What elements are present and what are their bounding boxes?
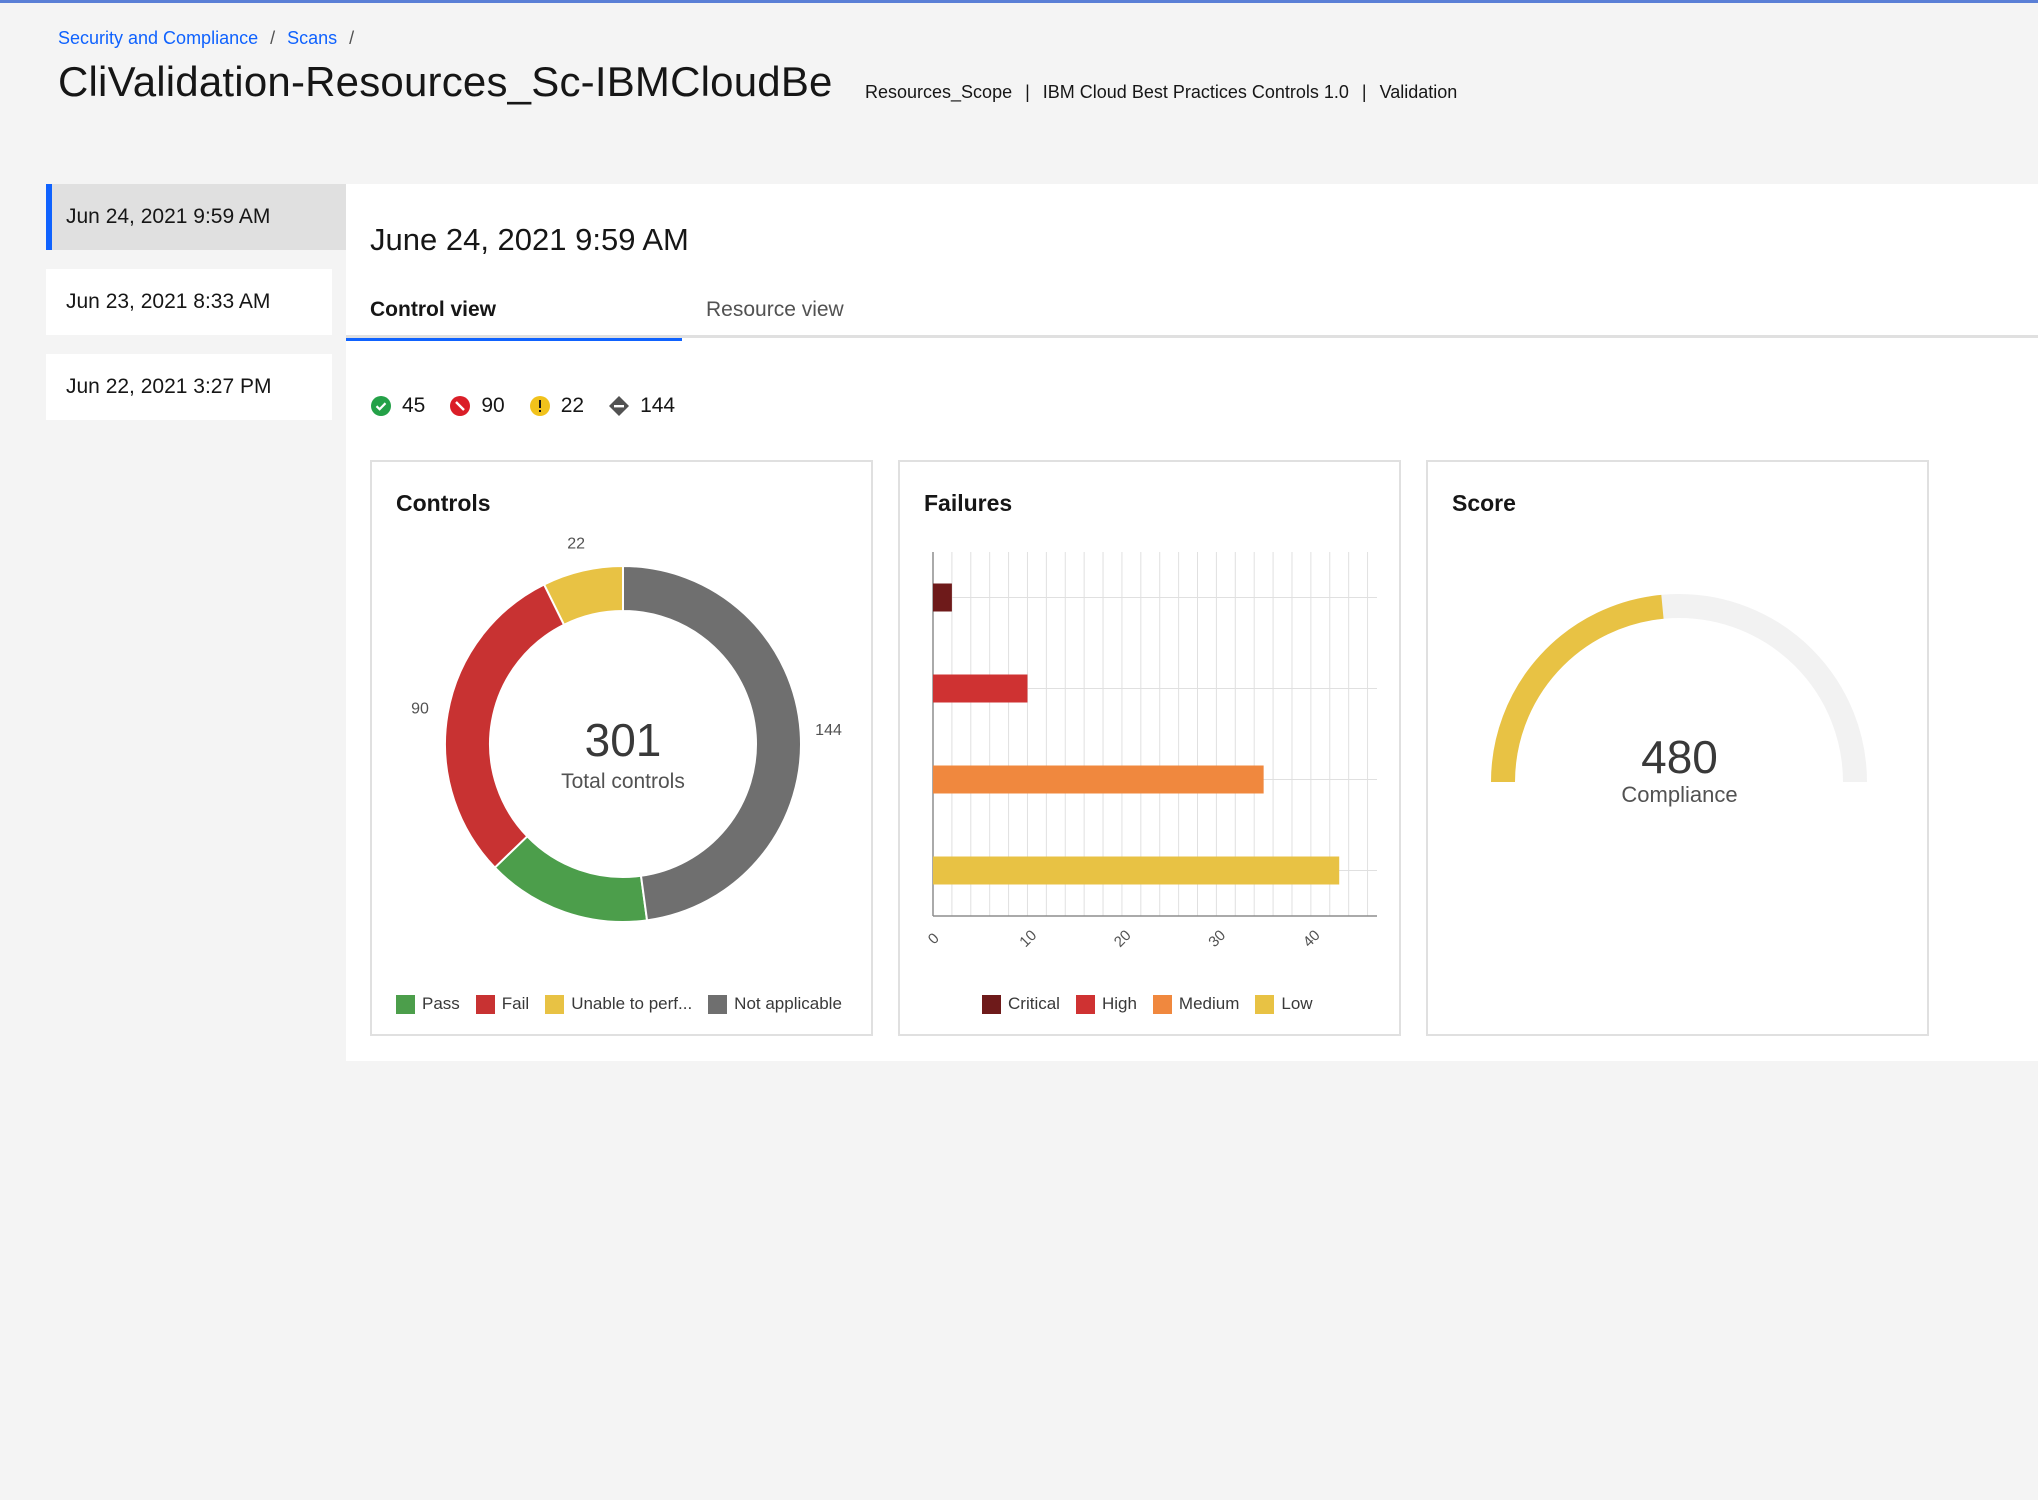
scan-item-selected[interactable]: Jun 24, 2021 9:59 AM xyxy=(46,184,346,250)
breadcrumb: Security and Compliance / Scans / xyxy=(58,28,366,49)
top-accent-line xyxy=(0,0,2038,3)
status-summary: 45 90 22 144 xyxy=(370,394,699,418)
not-applicable-count: 144 xyxy=(640,394,676,417)
tab-resource-view[interactable]: Resource view xyxy=(682,298,1018,341)
controls-legend: Pass Fail Unable to perf... Not applicab… xyxy=(396,994,858,1014)
meta-separator: | xyxy=(1025,82,1030,102)
tab-control-view[interactable]: Control view xyxy=(346,298,682,341)
legend-critical[interactable]: Critical xyxy=(982,994,1060,1014)
failure-bar xyxy=(933,583,952,612)
x-tick-label: 0 xyxy=(925,930,943,948)
checkmark-filled-icon xyxy=(371,396,391,416)
x-tick-label: 40 xyxy=(1300,927,1324,951)
legend-pass[interactable]: Pass xyxy=(396,994,460,1014)
failure-bar xyxy=(933,856,1340,885)
legend-low[interactable]: Low xyxy=(1255,994,1313,1014)
donut-center-value: 301 xyxy=(585,714,662,766)
legend-label: High xyxy=(1101,994,1137,1013)
legend-not-applicable[interactable]: Not applicable xyxy=(708,994,842,1014)
legend-swatch xyxy=(982,994,1001,1014)
donut-slice xyxy=(444,583,566,869)
legend-label: Medium xyxy=(1178,994,1240,1013)
failure-bar xyxy=(933,765,1264,794)
page-title: CliValidation-Resources_Sc-IBMCloudBe xyxy=(58,58,833,105)
breadcrumb-separator: / xyxy=(349,28,355,48)
legend-label: Pass xyxy=(422,994,460,1013)
breadcrumb-separator: / xyxy=(270,28,276,48)
misuse-icon xyxy=(450,396,471,416)
view-tabs: Control view Resource view xyxy=(346,298,2038,341)
legend-fail[interactable]: Fail xyxy=(475,994,530,1014)
failures-card-title: Failures xyxy=(924,490,1013,516)
scan-detail-panel: June 24, 2021 9:59 AM Control view Resou… xyxy=(346,184,2038,1061)
scan-type: Validation xyxy=(1379,82,1458,102)
score-card-title: Score xyxy=(1452,490,1516,516)
legend-high[interactable]: High xyxy=(1075,994,1137,1014)
legend-swatch xyxy=(708,994,728,1014)
donut-data-label: 144 xyxy=(815,722,842,739)
legend-swatch xyxy=(1255,994,1275,1014)
fail-count: 90 xyxy=(481,394,505,417)
not-applicable-icon xyxy=(609,396,630,416)
failure-bar xyxy=(933,674,1028,703)
controls-donut-chart: 45 90 22 144 301 Total controls xyxy=(411,535,842,932)
unable-count: 22 xyxy=(560,394,585,417)
donut-data-label: 90 xyxy=(411,701,429,718)
failures-bar-chart: 0 10 20 30 40 xyxy=(925,552,1377,951)
scope-name: Resources_Scope xyxy=(865,82,1013,102)
profile-name: IBM Cloud Best Practices Controls 1.0 xyxy=(1042,82,1349,102)
legend-swatch xyxy=(396,994,415,1014)
compliance-score-label: Compliance xyxy=(1621,782,1738,807)
summary-unable: 22 xyxy=(529,394,584,418)
legend-unable[interactable]: Unable to perf... xyxy=(545,994,692,1014)
scan-item[interactable]: Jun 22, 2021 3:27 PM xyxy=(46,354,332,420)
x-tick-label: 20 xyxy=(1111,927,1135,951)
donut-slice xyxy=(493,834,649,923)
legend-swatch xyxy=(475,994,495,1014)
x-tick-label: 30 xyxy=(1205,927,1229,951)
summary-pass: 45 xyxy=(370,394,425,418)
failures-legend: Critical High Medium Low xyxy=(982,994,1329,1014)
breadcrumb-security-compliance[interactable]: Security and Compliance xyxy=(58,28,258,49)
donut-data-label: 22 xyxy=(567,535,585,552)
x-tick-label: 10 xyxy=(1016,927,1040,951)
legend-label: Fail xyxy=(501,994,530,1013)
donut-center-label: Total controls xyxy=(561,770,685,793)
legend-label: Unable to perf... xyxy=(571,994,693,1013)
legend-swatch xyxy=(1152,994,1172,1014)
scan-metadata: Resources_Scope | IBM Cloud Best Practic… xyxy=(865,82,1457,103)
legend-swatch xyxy=(545,994,565,1014)
controls-card-title: Controls xyxy=(396,490,491,516)
controls-card: Controls 45 90 22 144 301 Total controls Pass… xyxy=(370,460,873,1036)
failures-card: Failures 0 10 20 30 40 Critical High Medium … xyxy=(898,460,1401,1036)
summary-not-applicable: 144 xyxy=(608,394,675,418)
scan-item[interactable]: Jun 23, 2021 8:33 AM xyxy=(46,269,332,335)
legend-label: Low xyxy=(1281,994,1313,1013)
score-card: Score 480 Compliance xyxy=(1426,460,1929,1036)
legend-label: Critical xyxy=(1008,994,1060,1013)
scan-date-heading: June 24, 2021 9:59 AM xyxy=(370,222,689,257)
meta-separator: | xyxy=(1361,82,1367,102)
warning-filled-icon xyxy=(529,396,550,416)
breadcrumb-scans[interactable]: Scans xyxy=(287,28,337,49)
scan-history-list: Jun 24, 2021 9:59 AM Jun 23, 2021 8:33 A… xyxy=(46,184,346,439)
legend-label: Not applicable xyxy=(734,994,842,1013)
compliance-score-value: 480 xyxy=(1641,731,1718,783)
donut-data-label: 45 xyxy=(547,931,565,932)
summary-fail: 90 xyxy=(449,394,505,418)
legend-medium[interactable]: Medium xyxy=(1152,994,1240,1014)
legend-swatch xyxy=(1075,994,1095,1014)
pass-count: 45 xyxy=(402,394,426,417)
